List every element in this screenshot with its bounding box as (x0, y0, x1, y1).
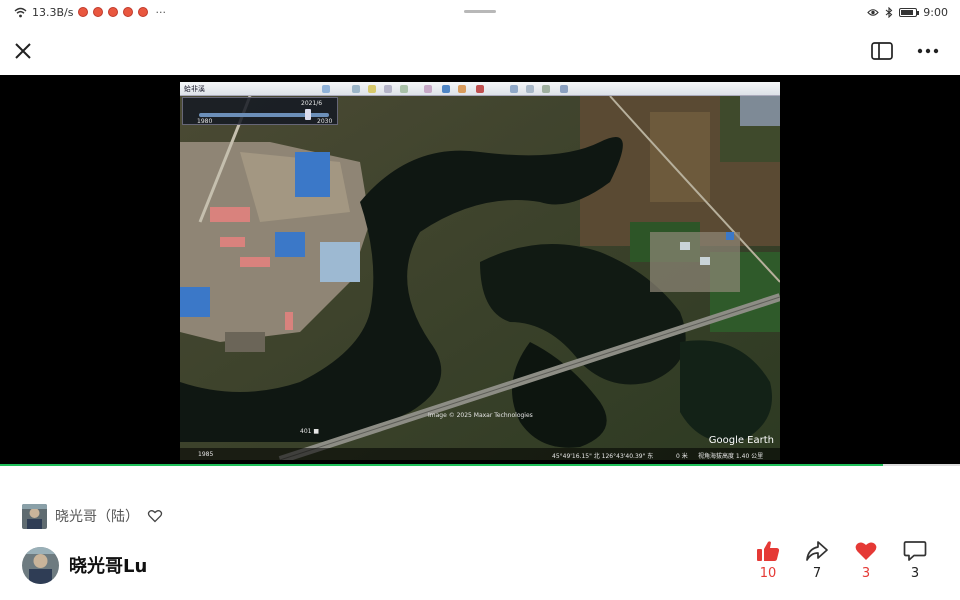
ge-altitude: 0 米 (676, 453, 688, 460)
author-row: 晓光哥（陆） (22, 503, 163, 529)
toolbar-tool-icon (526, 85, 534, 93)
more-icon[interactable] (914, 39, 942, 63)
comment-count: 3 (910, 566, 920, 581)
app-notification-icon (78, 7, 89, 17)
favorite-button[interactable]: 3 (846, 540, 886, 581)
action-bar: 10 7 3 3 (0, 540, 960, 590)
timeslider-date: 2021/6 (301, 100, 323, 107)
video-frame[interactable]: 蛤非溪 2021/6 1980 2030 401 ■ Image © 2025 … (180, 82, 780, 460)
bluetooth-icon (885, 6, 893, 18)
thumbs-up-icon (757, 541, 780, 561)
ge-eye-altitude: 视角海拔高度 1.40 公里 (698, 453, 764, 460)
imagery-credit: Image © 2025 Maxar Technologies (428, 412, 533, 419)
eye-icon (867, 8, 880, 16)
search-icon (322, 85, 330, 93)
like-count: 10 (759, 566, 777, 581)
drag-handle[interactable] (464, 10, 496, 13)
toolbar-tool-icon (400, 85, 408, 93)
status-bar: 13.3B/s ··· 9:00 (0, 0, 960, 24)
timeslider-knob (305, 109, 311, 120)
status-more: ··· (155, 5, 166, 19)
timeslider-end: 2030 (317, 118, 333, 125)
toolbar-tool-icon (542, 85, 550, 93)
app-notification-icon (108, 7, 119, 17)
toolbar-tool-icon (424, 85, 432, 93)
favorite-count: 3 (861, 566, 871, 581)
status-left: 13.3B/s ··· (14, 6, 166, 19)
toolbar-tool-icon (384, 85, 392, 93)
top-bar (0, 26, 960, 74)
comment-icon (903, 541, 927, 561)
share-count: 7 (812, 566, 822, 581)
google-earth-logo: Google Earth (708, 435, 774, 446)
toolbar-tool-icon (368, 85, 376, 93)
ge-year: 1985 (198, 451, 214, 458)
app-notification-icon (93, 7, 104, 17)
video-progress-bar[interactable] (0, 464, 960, 466)
like-button[interactable]: 10 (748, 540, 788, 581)
heart-outline-icon[interactable] (147, 508, 163, 524)
satellite-imagery (180, 82, 780, 460)
comment-button[interactable]: 3 (895, 540, 935, 581)
author-name[interactable]: 晓光哥（陆） (55, 506, 139, 526)
app-notification-icon (138, 7, 149, 17)
toolbar-tool-icon (458, 85, 466, 93)
toolbar-tool-icon (476, 85, 484, 93)
heart-icon (855, 542, 877, 560)
ge-window-title: 蛤非溪 (184, 85, 205, 93)
ge-coordinates: 45°49'16.15" 北 126°43'40.39" 东 (552, 453, 654, 460)
network-speed: 13.3B/s (32, 5, 74, 19)
share-icon (806, 541, 828, 561)
toolbar-tool-icon (560, 85, 568, 93)
toolbar-tool-icon (510, 85, 518, 93)
video-progress-fill (0, 464, 884, 466)
clock: 9:00 (923, 5, 948, 19)
google-earth-toolbar: 蛤非溪 (180, 82, 780, 96)
app-notification-icon (123, 7, 134, 17)
wifi-icon (14, 7, 27, 17)
time-slider: 2021/6 1980 2030 (182, 97, 338, 125)
share-button[interactable]: 7 (797, 540, 837, 581)
battery-icon (899, 7, 920, 17)
status-right: 9:00 (867, 0, 948, 24)
close-icon[interactable] (10, 38, 36, 64)
map-label: 401 ■ (300, 428, 320, 435)
author-avatar[interactable] (22, 503, 47, 529)
timeslider-start: 1980 (197, 118, 213, 125)
panel-layout-icon[interactable] (870, 39, 894, 63)
battery-level (901, 9, 914, 15)
toolbar-tool-icon (352, 85, 360, 93)
ge-status-bar: 1985 45°49'16.15" 北 126°43'40.39" 东 0 米 … (180, 448, 780, 460)
toolbar-tool-icon (442, 85, 450, 93)
